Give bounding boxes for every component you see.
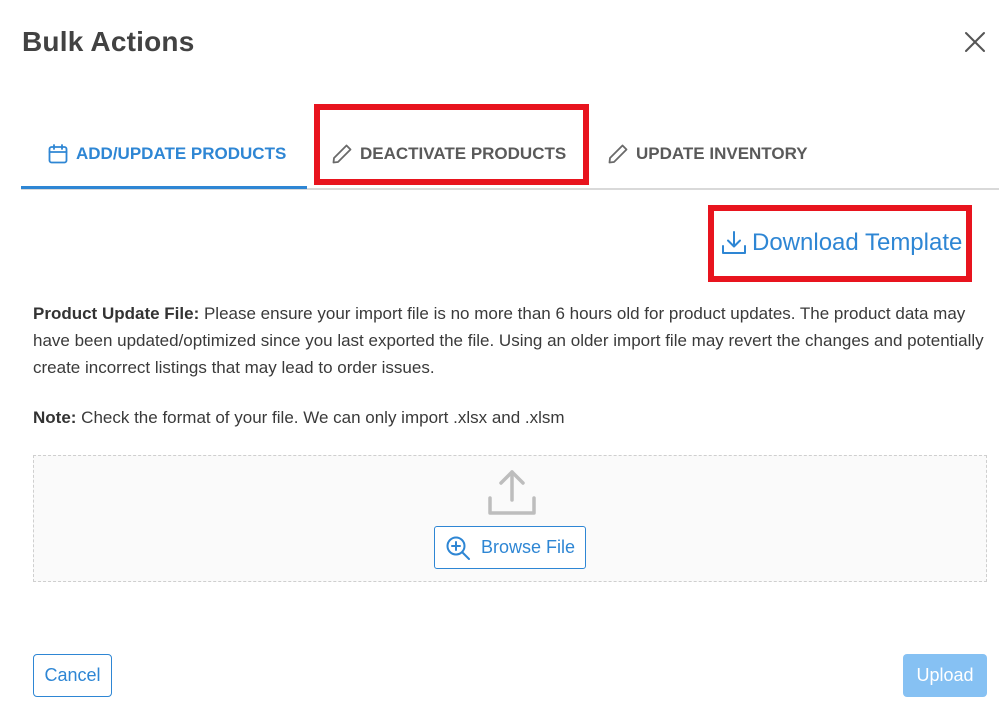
close-icon: [965, 32, 985, 52]
cancel-button[interactable]: Cancel: [33, 654, 112, 697]
calendar-icon: [48, 144, 68, 164]
upload-icon: [488, 470, 536, 515]
annotation-highlight-deactivate: [314, 104, 589, 185]
annotation-highlight-download: [708, 205, 972, 282]
format-note: Note: Check the format of your file. We …: [33, 404, 565, 431]
browse-file-button[interactable]: Browse File: [434, 526, 586, 569]
zoom-in-icon: [446, 536, 470, 560]
product-update-heading: Product Update File:: [33, 304, 200, 323]
tab-label: UPDATE INVENTORY: [636, 144, 808, 163]
close-button[interactable]: [960, 27, 990, 57]
note-heading: Note:: [33, 408, 77, 427]
active-tab-indicator: [21, 186, 307, 189]
tab-add-update-products[interactable]: ADD/UPDATE PRODUCTS: [46, 118, 286, 190]
tab-update-inventory[interactable]: UPDATE INVENTORY: [606, 118, 808, 190]
note-text: Check the format of your file. We can on…: [76, 408, 565, 427]
upload-button[interactable]: Upload: [903, 654, 987, 697]
bulk-actions-dialog: Bulk Actions ADD/UPDATE PRODUCTS DEACTIV…: [0, 0, 1008, 713]
tab-label: ADD/UPDATE PRODUCTS: [76, 144, 287, 163]
product-update-instructions: Product Update File: Please ensure your …: [33, 300, 993, 381]
file-dropzone[interactable]: Browse File: [33, 455, 987, 582]
pencil-icon: [608, 144, 628, 164]
dialog-title: Bulk Actions: [22, 26, 195, 57]
browse-file-label: Browse File: [480, 537, 576, 557]
